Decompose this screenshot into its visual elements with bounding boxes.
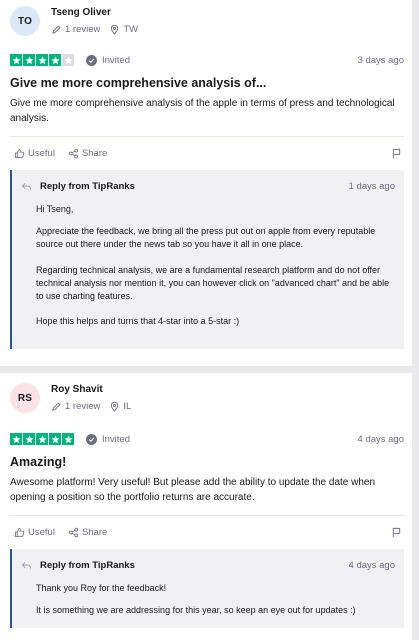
star-icon bbox=[49, 433, 61, 445]
reviewer-country: TW bbox=[123, 24, 139, 35]
rating-row: Invited 3 days ago bbox=[10, 54, 404, 66]
thumbs-up-icon bbox=[14, 527, 25, 537]
share-label: Share bbox=[81, 526, 108, 538]
review-date: 3 days ago bbox=[357, 54, 404, 66]
invited-label: Invited bbox=[102, 54, 130, 66]
share-icon bbox=[68, 527, 79, 537]
avatar[interactable]: RS bbox=[10, 383, 40, 413]
review-body: Awesome platform! Very useful! But pleas… bbox=[10, 477, 376, 503]
review-card: TO Tseng Oliver 1 review TW Invited 3 da… bbox=[0, 0, 412, 366]
reply-paragraph: Hope this helps and turns that 4-star in… bbox=[36, 316, 240, 326]
divider bbox=[10, 136, 404, 137]
review-actions: Useful Share bbox=[14, 147, 402, 159]
reply-paragraph: It is something we are addressing for th… bbox=[36, 605, 356, 615]
review-body: Give me more comprehensive analysis of t… bbox=[10, 98, 395, 124]
avatar[interactable]: TO bbox=[10, 6, 40, 36]
company-reply: Reply from TipRanks 4 days ago Thank you… bbox=[10, 549, 404, 628]
location-pin-icon bbox=[111, 401, 119, 412]
rating-row: Invited 4 days ago bbox=[10, 433, 404, 445]
star-icon bbox=[62, 54, 74, 66]
star-icon bbox=[23, 54, 35, 66]
star-icon bbox=[36, 433, 48, 445]
reply-paragraph: Thank you Roy for the feedback! bbox=[36, 583, 167, 593]
reply-title: Reply from TipRanks bbox=[40, 180, 135, 192]
star-rating bbox=[10, 54, 75, 66]
reviewer-name[interactable]: Roy Shavit bbox=[51, 384, 131, 396]
invited-label: Invited bbox=[102, 433, 130, 445]
star-icon bbox=[10, 433, 22, 445]
star-icon bbox=[23, 433, 35, 445]
invited-badge: Invited bbox=[86, 54, 130, 66]
reply-arrow-icon bbox=[21, 182, 31, 190]
reply-paragraph: Appreciate the feedback, we bring all th… bbox=[36, 226, 376, 249]
flag-icon[interactable] bbox=[391, 527, 402, 538]
reply-paragraph: Hi Tseng, bbox=[36, 204, 74, 214]
pencil-icon bbox=[52, 402, 61, 411]
reply-header: Reply from TipRanks 1 days ago bbox=[21, 180, 395, 192]
reviewer-info: RS Roy Shavit 1 review IL bbox=[10, 383, 131, 413]
check-circle-icon bbox=[86, 433, 97, 445]
review-card: RS Roy Shavit 1 review IL Invited 4 days… bbox=[0, 373, 412, 640]
review-count: 1 review bbox=[65, 24, 101, 35]
reviewer-country: IL bbox=[123, 401, 132, 412]
flag-icon[interactable] bbox=[391, 148, 402, 159]
review-date: 4 days ago bbox=[357, 433, 404, 445]
review-actions: Useful Share bbox=[14, 526, 402, 538]
pencil-icon bbox=[52, 25, 61, 34]
reviewer-name[interactable]: Tseng Oliver bbox=[51, 7, 138, 19]
useful-button[interactable]: Useful bbox=[14, 148, 55, 159]
company-reply: Reply from TipRanks 1 days ago Hi Tseng,… bbox=[10, 170, 404, 349]
share-icon bbox=[68, 148, 79, 158]
thumbs-up-icon bbox=[14, 148, 25, 158]
share-button[interactable]: Share bbox=[68, 527, 107, 538]
star-icon bbox=[62, 433, 74, 445]
reply-date: 4 days ago bbox=[348, 559, 395, 571]
useful-button[interactable]: Useful bbox=[14, 527, 55, 538]
invited-badge: Invited bbox=[86, 433, 130, 445]
star-icon bbox=[36, 54, 48, 66]
location-pin-icon bbox=[111, 24, 119, 35]
check-circle-icon bbox=[86, 54, 97, 66]
share-label: Share bbox=[81, 147, 108, 159]
reply-header: Reply from TipRanks 4 days ago bbox=[21, 559, 395, 571]
review-title[interactable]: Give me more comprehensive analysis of..… bbox=[10, 76, 266, 90]
star-icon bbox=[49, 54, 61, 66]
review-title[interactable]: Amazing! bbox=[10, 455, 66, 469]
reply-paragraph: Regarding technical analysis, we are a f… bbox=[36, 265, 390, 301]
reply-title: Reply from TipRanks bbox=[40, 559, 135, 571]
review-count: 1 review bbox=[65, 401, 101, 412]
reply-arrow-icon bbox=[21, 561, 31, 569]
share-button[interactable]: Share bbox=[68, 148, 107, 159]
star-icon bbox=[10, 54, 22, 66]
reply-date: 1 days ago bbox=[348, 180, 395, 192]
divider bbox=[10, 515, 404, 516]
star-rating bbox=[10, 433, 75, 445]
useful-label: Useful bbox=[28, 526, 55, 538]
useful-label: Useful bbox=[28, 147, 55, 159]
reviewer-info: TO Tseng Oliver 1 review TW bbox=[10, 6, 138, 36]
